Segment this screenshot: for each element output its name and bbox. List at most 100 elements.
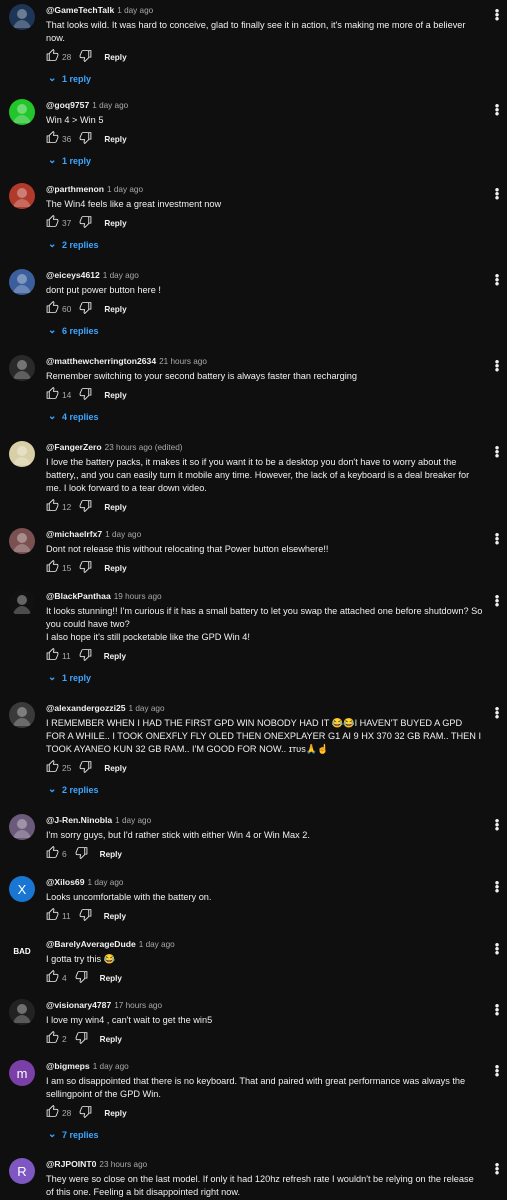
reply-button[interactable]: Reply — [104, 53, 126, 62]
comment-author[interactable]: @BlackPanthaa — [46, 591, 111, 601]
like-button[interactable]: 11 — [46, 647, 71, 664]
more-actions-icon[interactable]: • • • — [493, 938, 501, 959]
avatar[interactable] — [9, 183, 35, 209]
dislike-button[interactable] — [79, 301, 92, 317]
avatar[interactable] — [9, 4, 35, 30]
like-button[interactable]: 15 — [46, 559, 71, 576]
dislike-button[interactable] — [79, 648, 92, 664]
dislike-button[interactable] — [79, 49, 92, 65]
comment-time[interactable]: 23 hours ago — [99, 1160, 147, 1169]
more-actions-icon[interactable]: • • • — [493, 355, 501, 376]
more-actions-icon[interactable]: • • • — [493, 269, 501, 290]
view-replies-button[interactable]: ⌄ 7 replies — [48, 1127, 483, 1142]
view-replies-button[interactable]: ⌄ 1 reply — [48, 670, 483, 685]
comment-time[interactable]: 1 day ago — [87, 878, 123, 887]
view-replies-button[interactable]: ⌄ 2 replies — [48, 782, 483, 797]
more-actions-icon[interactable]: • • • — [493, 702, 501, 723]
avatar[interactable] — [9, 590, 35, 616]
reply-button[interactable]: Reply — [100, 850, 122, 859]
comment-time[interactable]: 17 hours ago — [114, 1001, 162, 1010]
dislike-button[interactable] — [79, 131, 92, 147]
more-actions-icon[interactable]: • • • — [493, 183, 501, 204]
like-button[interactable]: 4 — [46, 969, 67, 986]
reply-button[interactable]: Reply — [104, 219, 126, 228]
dislike-button[interactable] — [75, 846, 88, 862]
avatar[interactable] — [9, 441, 35, 467]
comment-author[interactable]: @michaelrfx7 — [46, 529, 102, 539]
more-actions-icon[interactable]: • • • — [493, 590, 501, 611]
comment-time[interactable]: 19 hours ago — [114, 592, 162, 601]
more-actions-icon[interactable]: • • • — [493, 4, 501, 25]
comment-time[interactable]: 1 day ago — [103, 271, 139, 280]
like-button[interactable]: 12 — [46, 498, 71, 515]
view-replies-button[interactable]: ⌄ 2 replies — [48, 237, 483, 252]
like-button[interactable]: 14 — [46, 386, 71, 403]
comment-time[interactable]: 1 day ago — [117, 6, 153, 15]
avatar[interactable]: X — [9, 876, 35, 902]
view-replies-button[interactable]: ⌄ 4 replies — [48, 409, 483, 424]
avatar[interactable] — [9, 999, 35, 1025]
view-replies-button[interactable]: ⌄ 1 reply — [48, 71, 483, 86]
dislike-button[interactable] — [75, 1031, 88, 1047]
comment-author[interactable]: @GameTechTalk — [46, 5, 114, 15]
comment-time[interactable]: 1 day ago — [139, 940, 175, 949]
avatar[interactable] — [9, 99, 35, 125]
more-actions-icon[interactable]: • • • — [493, 876, 501, 897]
dislike-button[interactable] — [79, 387, 92, 403]
comment-author[interactable]: @parthmenon — [46, 184, 104, 194]
comment-author[interactable]: @Xilos69 — [46, 877, 84, 887]
avatar[interactable] — [9, 528, 35, 554]
dislike-button[interactable] — [79, 760, 92, 776]
more-actions-icon[interactable]: • • • — [493, 441, 501, 462]
reply-button[interactable]: Reply — [104, 503, 126, 512]
comment-time[interactable]: 1 day ago — [129, 704, 165, 713]
like-button[interactable]: 11 — [46, 907, 71, 924]
comment-author[interactable]: @RJPOINT0 — [46, 1159, 96, 1169]
like-button[interactable]: 6 — [46, 845, 67, 862]
dislike-button[interactable] — [79, 215, 92, 231]
comment-time[interactable]: 23 hours ago (edited) — [105, 443, 183, 452]
reply-button[interactable]: Reply — [104, 564, 126, 573]
dislike-button[interactable] — [79, 499, 92, 515]
avatar[interactable] — [9, 355, 35, 381]
comment-author[interactable]: @BarelyAverageDude — [46, 939, 136, 949]
reply-button[interactable]: Reply — [104, 305, 126, 314]
comment-author[interactable]: @bigmeps — [46, 1061, 90, 1071]
comment-time[interactable]: 21 hours ago — [159, 357, 207, 366]
reply-button[interactable]: Reply — [104, 764, 126, 773]
reply-button[interactable]: Reply — [104, 1109, 126, 1118]
comment-time[interactable]: 1 day ago — [105, 530, 141, 539]
reply-button[interactable]: Reply — [100, 1035, 122, 1044]
dislike-button[interactable] — [79, 560, 92, 576]
more-actions-icon[interactable]: • • • — [493, 1158, 501, 1179]
comment-time[interactable]: 1 day ago — [115, 816, 151, 825]
like-button[interactable]: 25 — [46, 759, 71, 776]
like-button[interactable]: 60 — [46, 300, 71, 317]
more-actions-icon[interactable]: • • • — [493, 99, 501, 120]
reply-button[interactable]: Reply — [100, 974, 122, 983]
avatar[interactable] — [9, 702, 35, 728]
like-button[interactable]: 37 — [46, 214, 71, 231]
reply-button[interactable]: Reply — [104, 135, 126, 144]
comment-author[interactable]: @J-Ren.Ninobla — [46, 815, 112, 825]
dislike-button[interactable] — [79, 1105, 92, 1121]
comment-author[interactable]: @matthewcherrington2634 — [46, 356, 156, 366]
dislike-button[interactable] — [75, 970, 88, 986]
more-actions-icon[interactable]: • • • — [493, 814, 501, 835]
comment-author[interactable]: @visionary4787 — [46, 1000, 111, 1010]
dislike-button[interactable] — [79, 908, 92, 924]
avatar[interactable] — [9, 814, 35, 840]
reply-button[interactable]: Reply — [104, 652, 126, 661]
comment-author[interactable]: @alexandergozzi25 — [46, 703, 126, 713]
avatar[interactable]: m — [9, 1060, 35, 1086]
view-replies-button[interactable]: ⌄ 1 reply — [48, 153, 483, 168]
avatar[interactable]: BAD — [9, 938, 35, 964]
comment-time[interactable]: 1 day ago — [92, 101, 128, 110]
reply-button[interactable]: Reply — [104, 391, 126, 400]
more-actions-icon[interactable]: • • • — [493, 1060, 501, 1081]
view-replies-button[interactable]: ⌄ 6 replies — [48, 323, 483, 338]
comment-author[interactable]: @FangerZero — [46, 442, 102, 452]
more-actions-icon[interactable]: • • • — [493, 528, 501, 549]
reply-button[interactable]: Reply — [104, 912, 126, 921]
avatar[interactable]: R — [9, 1158, 35, 1184]
